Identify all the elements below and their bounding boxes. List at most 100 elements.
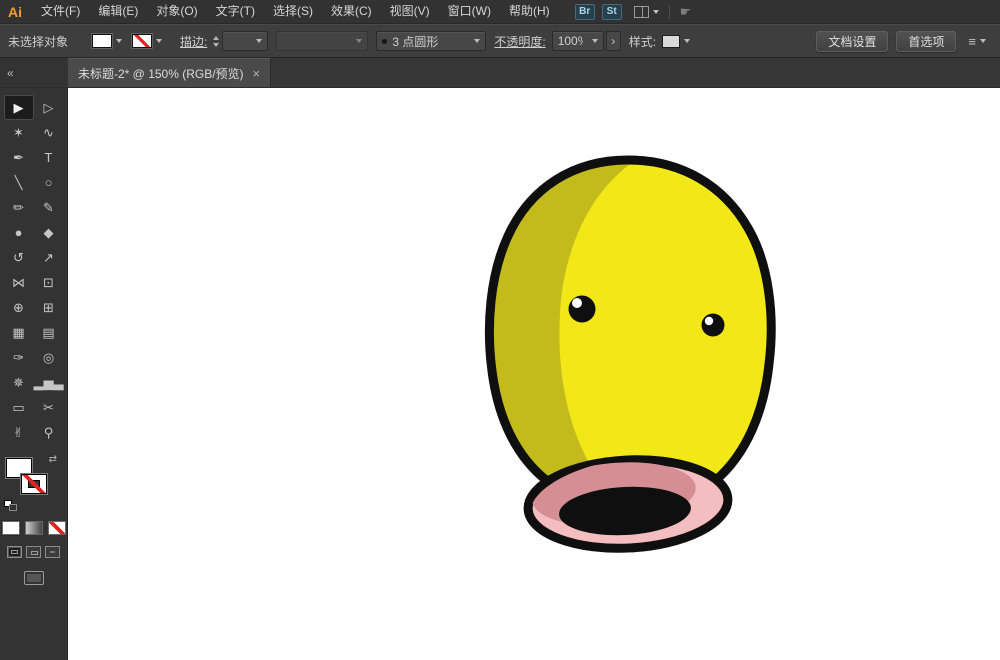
style-label: 样式: <box>629 33 656 50</box>
hand-icon[interactable]: ☛ <box>680 4 692 20</box>
bridge-badge[interactable]: Br <box>575 4 595 20</box>
ellipse-tool[interactable]: ○ <box>34 170 64 195</box>
width-profile-combo <box>276 31 368 51</box>
tools-panel-collapse[interactable]: « <box>0 58 68 87</box>
menu-effect[interactable]: 效果(C) <box>322 0 381 23</box>
workspace-caret-icon[interactable] <box>653 10 659 14</box>
magic-wand-tool[interactable]: ✶ <box>4 120 34 145</box>
artwork-svg <box>68 88 1000 660</box>
width-tool[interactable]: ⋈ <box>4 270 34 295</box>
menu-file[interactable]: 文件(F) <box>32 0 89 23</box>
draw-modes-row <box>0 546 67 558</box>
preferences-button[interactable]: 首选项 <box>896 31 956 52</box>
stroke-weight-caret-icon <box>256 39 262 43</box>
blob-brush-tool[interactable]: ● <box>4 220 34 245</box>
opacity-combo[interactable]: 100% <box>552 31 604 51</box>
control-bar: 未选择对象 描边: 3 点圆形 不透明度: 100% › 样式: 文档设置 首选… <box>0 24 1000 58</box>
left-eye[interactable] <box>569 296 596 323</box>
column-graph-tool[interactable]: ▂▅▃ <box>34 370 64 395</box>
hand-tool[interactable]: ✌ <box>4 420 34 445</box>
draw-inside-button[interactable] <box>45 546 60 558</box>
stepper-down-icon[interactable] <box>213 43 219 47</box>
menu-separator <box>669 5 670 19</box>
stock-badge[interactable]: St <box>602 4 622 20</box>
document-tab[interactable]: 未标题-2* @ 150% (RGB/预览) × <box>68 58 271 87</box>
eyedropper-tool[interactable]: ✑ <box>4 345 34 370</box>
opacity-more-button[interactable]: › <box>606 31 621 51</box>
lasso-tool[interactable]: ∿ <box>34 120 64 145</box>
fill-stroke-cluster: ⇄ <box>4 455 63 511</box>
menu-window[interactable]: 窗口(W) <box>439 0 500 23</box>
stroke-weight-label[interactable]: 描边: <box>180 33 207 50</box>
menu-help[interactable]: 帮助(H) <box>500 0 559 23</box>
shape-builder-tool[interactable]: ⊕ <box>4 295 34 320</box>
free-transform-tool[interactable]: ⊡ <box>34 270 64 295</box>
default-stroke-chip <box>9 504 17 511</box>
rotate-tool[interactable]: ↺ <box>4 245 34 270</box>
menu-view[interactable]: 视图(V) <box>381 0 439 23</box>
selection-tool[interactable]: ▶ <box>4 95 34 120</box>
scale-tool[interactable]: ↗ <box>34 245 64 270</box>
style-swatch[interactable] <box>662 35 680 48</box>
swap-fill-stroke-icon[interactable]: ⇄ <box>49 455 57 465</box>
symbol-sprayer-tool[interactable]: ✵ <box>4 370 34 395</box>
zoom-tool[interactable]: ⚲ <box>34 420 64 445</box>
workspace-switcher-icon[interactable] <box>634 6 649 18</box>
duck-head-drawing <box>464 144 771 553</box>
line-segment-tool[interactable]: ╲ <box>4 170 34 195</box>
menu-badges: Br St <box>575 4 622 20</box>
selection-status: 未选择对象 <box>8 33 92 50</box>
stroke-color-picker[interactable] <box>132 34 162 48</box>
stroke-indicator[interactable] <box>21 474 47 494</box>
right-eye[interactable] <box>702 314 725 337</box>
default-fill-stroke-icon[interactable] <box>4 500 17 511</box>
stroke-caret-icon <box>156 39 162 43</box>
artboard-tool[interactable]: ▭ <box>4 395 34 420</box>
pen-tool[interactable]: ✒ <box>4 145 34 170</box>
app-logo: Ai <box>0 4 32 20</box>
draw-behind-button[interactable] <box>26 546 41 558</box>
document-setup-button[interactable]: 文档设置 <box>816 31 888 52</box>
type-tool[interactable]: T <box>34 145 64 170</box>
brush-name: 3 点圆形 <box>392 33 465 50</box>
control-panel-menu-icon[interactable]: ≡ <box>968 34 986 49</box>
none-button[interactable] <box>48 521 66 535</box>
draw-normal-button[interactable] <box>7 546 22 558</box>
mesh-tool[interactable]: ▦ <box>4 320 34 345</box>
menu-edit[interactable]: 编辑(E) <box>89 0 147 23</box>
fill-swatch[interactable] <box>92 34 112 48</box>
gradient-button[interactable] <box>25 521 43 535</box>
slice-tool[interactable]: ✂ <box>34 395 64 420</box>
perspective-grid-tool[interactable]: ⊞ <box>34 295 64 320</box>
brush-definition-combo[interactable]: 3 点圆形 <box>376 31 486 51</box>
style-picker[interactable] <box>662 35 690 48</box>
style-caret-icon <box>684 39 690 43</box>
document-tab-strip: « 未标题-2* @ 150% (RGB/预览) × <box>0 58 1000 88</box>
right-eye-highlight <box>705 317 713 325</box>
gradient-tool[interactable]: ▤ <box>34 320 64 345</box>
brush-caret-icon <box>474 39 480 43</box>
direct-selection-tool[interactable]: ▷ <box>34 95 64 120</box>
tab-close-icon[interactable]: × <box>253 66 261 81</box>
fill-caret-icon <box>116 39 122 43</box>
fill-color-picker[interactable] <box>92 34 122 48</box>
blend-tool[interactable]: ◎ <box>34 345 64 370</box>
opacity-caret-icon <box>592 39 598 43</box>
screen-mode-button[interactable] <box>24 571 44 585</box>
opacity-label[interactable]: 不透明度: <box>494 33 545 50</box>
eraser-tool[interactable]: ◆ <box>34 220 64 245</box>
menu-object[interactable]: 对象(O) <box>147 0 206 23</box>
brush-preview-dot <box>382 39 387 44</box>
color-button[interactable] <box>2 521 20 535</box>
menu-select[interactable]: 选择(S) <box>264 0 322 23</box>
control-bar-right-group: 文档设置 首选项 ≡ <box>816 31 992 52</box>
paintbrush-tool[interactable]: ✏ <box>4 195 34 220</box>
stepper-up-icon[interactable] <box>213 36 219 40</box>
stroke-none-swatch[interactable] <box>132 34 152 48</box>
stroke-weight-combo[interactable] <box>222 31 268 51</box>
tools-panel: ▶▷✶∿✒T╲○✏✎●◆↺↗⋈⊡⊕⊞▦▤✑◎✵▂▅▃▭✂✌⚲ ⇄ <box>0 88 68 660</box>
stroke-weight-stepper[interactable] <box>213 36 219 47</box>
pencil-tool[interactable]: ✎ <box>34 195 64 220</box>
menu-type[interactable]: 文字(T) <box>207 0 264 23</box>
artboard-canvas[interactable] <box>68 88 1000 660</box>
